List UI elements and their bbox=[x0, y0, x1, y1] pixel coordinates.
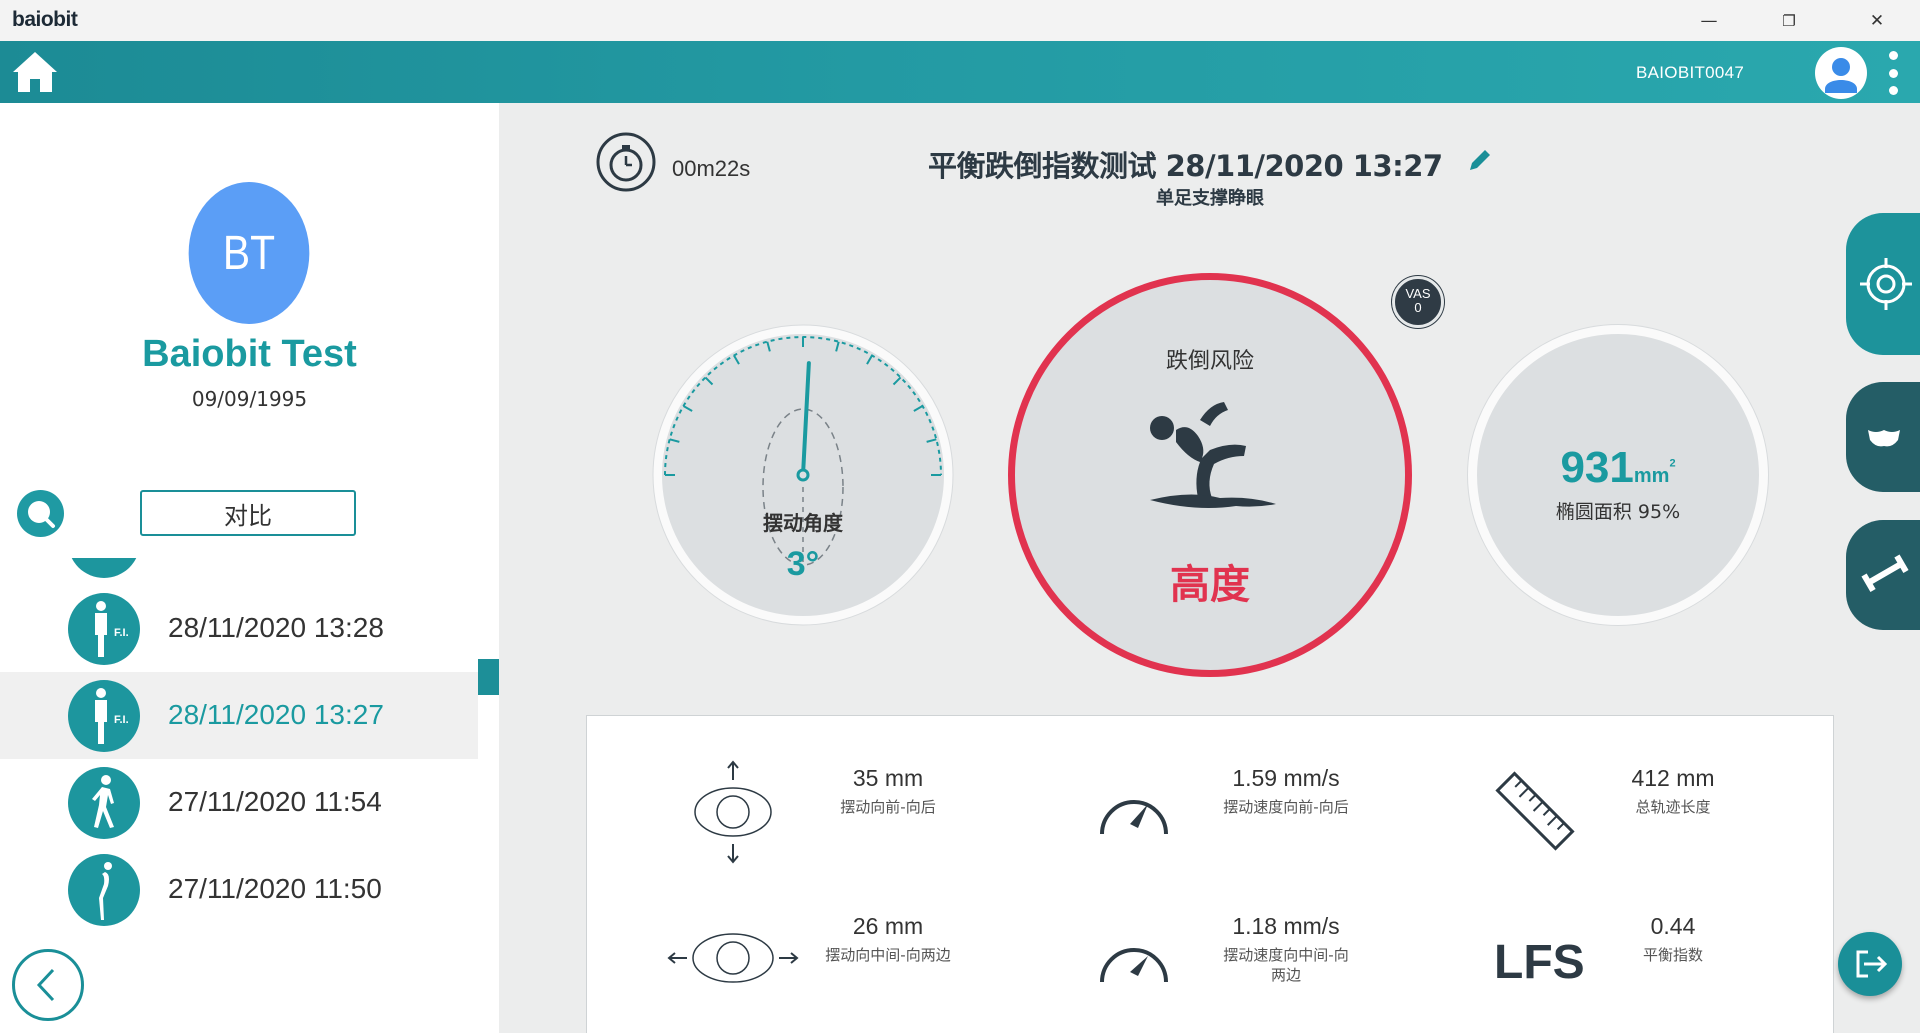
patient-sidebar: BT Baiobit Test 09/09/1995 对比 F.I. 28/11… bbox=[0, 103, 499, 1033]
window-titlebar: baiobit — ❐ ✕ bbox=[0, 0, 1920, 41]
lfs-label: 平衡指数 bbox=[1642, 946, 1703, 964]
list-item[interactable] bbox=[0, 558, 478, 585]
sway-angle-label: 摆动角度 bbox=[763, 511, 843, 535]
patient-dob: 09/09/1995 bbox=[191, 387, 308, 411]
test-date: 27/11/2020 11:50 bbox=[168, 873, 382, 904]
falling-person-icon bbox=[1150, 402, 1276, 508]
chevron-left-icon bbox=[36, 968, 55, 1002]
user-avatar-button[interactable] bbox=[1815, 47, 1867, 99]
ml-sway-value: 26 mm bbox=[852, 913, 924, 939]
edit-pencil-icon[interactable] bbox=[1466, 148, 1492, 174]
minimize-button[interactable]: — bbox=[1686, 6, 1732, 36]
close-button[interactable]: ✕ bbox=[1854, 6, 1900, 36]
test-history-list: F.I. 28/11/2020 13:28 F.I. 28/11/2020 13… bbox=[0, 558, 478, 963]
list-item[interactable]: 27/11/2020 11:50 bbox=[0, 846, 478, 933]
sway-angle-value: 3° bbox=[786, 545, 820, 583]
lfs-value: 0.44 bbox=[1650, 913, 1696, 939]
test-subtitle: 单足支撑睁眼 bbox=[1156, 188, 1264, 209]
crosshair-icon bbox=[1860, 258, 1912, 310]
search-button[interactable] bbox=[17, 490, 64, 537]
pelvis-tab[interactable] bbox=[1846, 382, 1920, 492]
ap-speed-label: 摆动速度向前-向后 bbox=[1223, 798, 1349, 816]
ellipse-area-value: 931mm2 bbox=[1468, 443, 1768, 493]
ml-speed-label: 摆动速度向中间-向 两边 bbox=[1166, 945, 1406, 985]
ellipse-area-label: 椭圆面积 95% bbox=[1555, 501, 1681, 523]
sway-ap-icon bbox=[694, 760, 772, 864]
area-unit-exponent: 2 bbox=[1669, 457, 1676, 470]
app-brand: baiobit bbox=[12, 8, 78, 31]
list-item[interactable]: F.I. 28/11/2020 13:27 bbox=[0, 672, 478, 759]
test-date: 27/11/2020 11:54 bbox=[168, 786, 382, 817]
vas-badge[interactable]: VAS 0 bbox=[1392, 276, 1444, 328]
connection-status-icon bbox=[1591, 63, 1601, 83]
fall-risk-level: 高度 bbox=[1170, 562, 1250, 608]
ap-speed-value: 1.59 mm/s bbox=[1232, 765, 1340, 791]
stopwatch-icon bbox=[596, 132, 656, 192]
test-duration: 00m22s bbox=[672, 156, 751, 181]
test-date: 28/11/2020 13:28 bbox=[168, 612, 384, 643]
ml-speed-label-line2: 两边 bbox=[1270, 966, 1301, 984]
ml-speed-value: 1.18 mm/s bbox=[1232, 913, 1340, 939]
vas-label: VAS bbox=[1405, 286, 1431, 301]
logout-icon bbox=[1856, 950, 1888, 978]
device-id: BAIOBIT0047 bbox=[1636, 63, 1745, 82]
list-item[interactable]: 27/11/2020 11:54 bbox=[0, 759, 478, 846]
home-icon[interactable] bbox=[10, 48, 60, 96]
standing-fi-icon bbox=[68, 558, 140, 578]
standing-fi-icon: F.I. bbox=[68, 593, 140, 665]
exercise-tab[interactable] bbox=[1846, 520, 1920, 630]
walking-icon bbox=[68, 767, 140, 839]
more-menu-icon[interactable] bbox=[1886, 51, 1900, 95]
back-button[interactable] bbox=[12, 949, 84, 1021]
user-icon bbox=[1825, 58, 1857, 93]
patient-avatar: BT bbox=[188, 182, 310, 324]
app-header: BAIOBIT0047 bbox=[0, 41, 1920, 103]
test-title: 平衡跌倒指数测试 28/11/2020 13:27 bbox=[928, 149, 1443, 183]
ap-sway-label: 摆动向前-向后 bbox=[840, 798, 936, 816]
svg-text:F.I.: F.I. bbox=[114, 627, 129, 639]
area-unit: mm bbox=[1633, 465, 1670, 487]
svg-text:F.I.: F.I. bbox=[114, 714, 129, 726]
area-number: 931 bbox=[1560, 443, 1634, 492]
fall-risk-label: 跌倒风险 bbox=[1165, 349, 1254, 374]
list-scrollbar-thumb[interactable] bbox=[478, 659, 499, 695]
bending-icon bbox=[68, 854, 140, 926]
search-icon bbox=[28, 501, 55, 528]
test-date: 28/11/2020 13:27 bbox=[168, 699, 384, 730]
path-length-value: 412 mm bbox=[1631, 765, 1715, 791]
ml-speed-label-line1: 摆动速度向中间-向 bbox=[1223, 946, 1349, 964]
dumbbell-icon bbox=[1861, 554, 1909, 593]
patient-name: Baiobit Test bbox=[142, 333, 357, 375]
compare-button[interactable]: 对比 bbox=[140, 490, 356, 536]
path-length-label: 总轨迹长度 bbox=[1635, 798, 1711, 816]
list-item[interactable]: F.I. 28/11/2020 13:28 bbox=[0, 585, 478, 672]
ml-sway-label: 摆动向中间-向两边 bbox=[825, 946, 951, 964]
exit-button[interactable] bbox=[1838, 932, 1902, 996]
speedometer-icon bbox=[1100, 948, 1168, 983]
target-tab[interactable] bbox=[1846, 213, 1920, 355]
ap-sway-value: 35 mm bbox=[852, 765, 924, 791]
standing-fi-icon: F.I. bbox=[68, 680, 140, 752]
restore-button[interactable]: ❐ bbox=[1766, 6, 1812, 36]
speedometer-icon bbox=[1100, 800, 1168, 835]
pelvis-icon bbox=[1868, 430, 1900, 447]
vas-value: 0 bbox=[1414, 300, 1422, 315]
